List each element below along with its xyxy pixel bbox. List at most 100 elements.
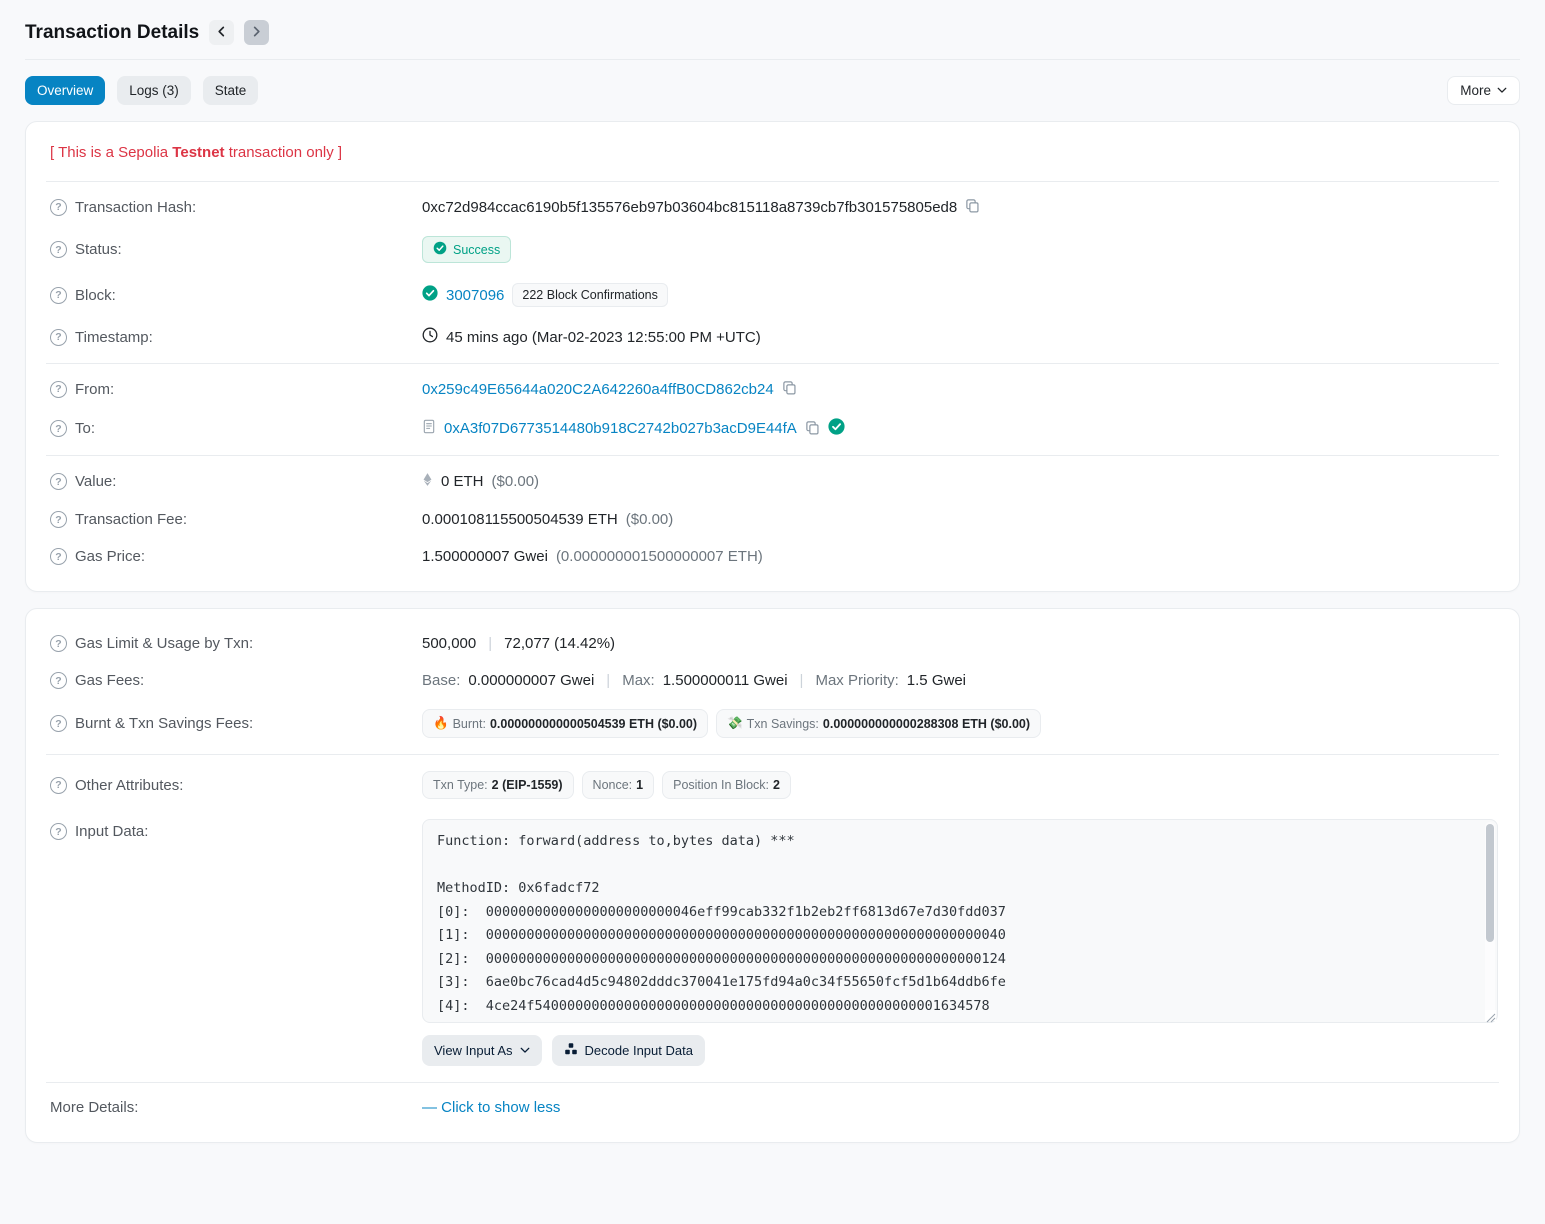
row-value: ?Value: 0 ETH ($0.00)	[46, 462, 1499, 501]
input-data-actions: View Input As Decode Input Data	[422, 1035, 1498, 1066]
tab-logs[interactable]: Logs (3)	[117, 76, 191, 105]
help-icon[interactable]: ?	[50, 672, 67, 689]
copy-icon	[782, 380, 797, 398]
timestamp-value: 45 mins ago (Mar-02-2023 12:55:00 PM +UT…	[446, 329, 761, 346]
status-badge: Success	[422, 236, 511, 263]
help-icon[interactable]: ?	[50, 420, 67, 437]
page-title: Transaction Details	[25, 22, 199, 44]
tab-state[interactable]: State	[203, 76, 259, 105]
input-data-box: Function: forward(address to,bytes data)…	[422, 819, 1498, 1023]
block-finalized-icon	[422, 285, 438, 305]
gas-usage-value: 72,077 (14.42%)	[504, 635, 615, 652]
block-label: Block:	[75, 287, 116, 304]
clock-icon	[422, 327, 438, 347]
txn-savings-badge-value: 0.000000000000288308 ETH ($0.00)	[823, 717, 1030, 731]
more-dropdown-button[interactable]: More	[1447, 76, 1520, 105]
testnet-warning-suffix: transaction only ]	[225, 144, 343, 161]
gas-fees-max-label: Max:	[622, 672, 655, 689]
gas-price-label: Gas Price:	[75, 548, 145, 565]
chevron-down-icon	[520, 1043, 530, 1058]
row-transaction-hash: ?Transaction Hash: 0xc72d984ccac6190b5f1…	[46, 188, 1499, 226]
divider	[46, 1082, 1499, 1083]
position-in-block-badge-value: 2	[773, 778, 780, 792]
separator: |	[602, 672, 614, 689]
help-icon[interactable]: ?	[50, 823, 67, 840]
help-icon[interactable]: ?	[50, 511, 67, 528]
copy-to-address-button[interactable]	[805, 420, 820, 438]
value-label: Value:	[75, 473, 116, 490]
block-number-link[interactable]: 3007096	[446, 287, 504, 304]
value-usd: ($0.00)	[492, 473, 540, 490]
next-transaction-button[interactable]	[244, 20, 269, 45]
to-address-link[interactable]: 0xA3f07D6773514480b918C2742b027b3acD9E44…	[444, 420, 797, 437]
help-icon[interactable]: ?	[50, 381, 67, 398]
position-in-block-badge: Position In Block: 2	[662, 771, 791, 799]
chevron-left-icon	[216, 25, 227, 40]
overview-card-primary: [ This is a Sepolia Testnet transaction …	[25, 121, 1520, 592]
chevron-down-icon	[1497, 83, 1507, 98]
txn-savings-badge: 💸 Txn Savings: 0.000000000000288308 ETH …	[716, 709, 1041, 738]
burnt-savings-label: Burnt & Txn Savings Fees:	[75, 715, 253, 732]
transaction-fee-label: Transaction Fee:	[75, 511, 187, 528]
check-circle-icon	[433, 241, 447, 258]
row-status: ? Status: Success	[46, 226, 1499, 273]
help-icon[interactable]: ?	[50, 241, 67, 258]
txn-type-badge-label: Txn Type:	[433, 778, 488, 792]
help-icon[interactable]: ?	[50, 473, 67, 490]
input-data-scrollbar-track[interactable]	[1485, 822, 1495, 1020]
row-gas-limit-usage: ? Gas Limit & Usage by Txn: 500,000 | 72,…	[46, 625, 1499, 662]
verified-contract-check-icon	[828, 418, 845, 439]
nonce-badge-value: 1	[636, 778, 643, 792]
row-transaction-fee: ? Transaction Fee: 0.000108115500504539 E…	[46, 501, 1499, 538]
decode-input-data-label: Decode Input Data	[585, 1043, 693, 1058]
from-address-link[interactable]: 0x259c49E65644a020C2A642260a4ffB0CD862cb…	[422, 381, 774, 398]
previous-transaction-button[interactable]	[209, 20, 234, 45]
help-icon[interactable]: ?	[50, 329, 67, 346]
help-icon[interactable]: ?	[50, 715, 67, 732]
gas-limit-value: 500,000	[422, 635, 476, 652]
status-label: Status:	[75, 241, 122, 258]
help-icon[interactable]: ?	[50, 199, 67, 216]
fire-icon: 🔥	[433, 716, 449, 731]
help-icon[interactable]: ?	[50, 777, 67, 794]
row-to: ? To: 0xA3f07D6773514480b918C2742b027b3ac…	[46, 408, 1499, 449]
click-to-show-less-link[interactable]: — Click to show less	[422, 1099, 560, 1116]
help-icon[interactable]: ?	[50, 635, 67, 652]
decode-input-data-button[interactable]: Decode Input Data	[552, 1035, 705, 1066]
tab-bar: Overview Logs (3) State More	[25, 76, 1520, 105]
gas-fees-priority-value: 1.5 Gwei	[907, 672, 966, 689]
row-gas-price: ?Gas Price: 1.500000007 Gwei (0.00000000…	[46, 538, 1499, 575]
resize-grip-icon[interactable]	[1485, 1010, 1496, 1021]
status-badge-label: Success	[453, 243, 500, 257]
transaction-fee-amount: 0.000108115500504539 ETH	[422, 511, 618, 528]
copy-transaction-hash-button[interactable]	[965, 198, 980, 216]
contract-file-icon	[422, 419, 436, 438]
transaction-hash-label: Transaction Hash:	[75, 199, 196, 216]
separator: |	[484, 635, 496, 652]
gas-price-amount: 1.500000007 Gwei	[422, 548, 548, 565]
input-data-content[interactable]: Function: forward(address to,bytes data)…	[422, 819, 1498, 1023]
page-header: Transaction Details	[25, 0, 1520, 60]
input-data-label: Input Data:	[75, 823, 148, 840]
burnt-badge: 🔥 Burnt: 0.000000000000504539 ETH ($0.00…	[422, 709, 708, 738]
input-data-scrollbar-thumb[interactable]	[1486, 824, 1494, 942]
gas-fees-label: Gas Fees:	[75, 672, 144, 689]
timestamp-label: Timestamp:	[75, 329, 153, 346]
divider	[46, 754, 1499, 755]
help-icon[interactable]: ?	[50, 287, 67, 304]
gas-fees-base-label: Base:	[422, 672, 460, 689]
row-more-details: More Details: — Click to show less	[46, 1089, 1499, 1126]
gas-limit-label: Gas Limit & Usage by Txn:	[75, 635, 253, 652]
help-icon[interactable]: ?	[50, 548, 67, 565]
tab-overview[interactable]: Overview	[25, 76, 105, 105]
testnet-warning-prefix: [ This is a Sepolia	[50, 144, 172, 161]
more-details-label: More Details:	[50, 1099, 138, 1116]
copy-from-address-button[interactable]	[782, 380, 797, 398]
overview-card-secondary: ? Gas Limit & Usage by Txn: 500,000 | 72,…	[25, 608, 1520, 1143]
view-input-as-button[interactable]: View Input As	[422, 1035, 542, 1066]
to-label: To:	[75, 420, 95, 437]
gas-fees-base-value: 0.000000007 Gwei	[468, 672, 594, 689]
gas-fees-max-value: 1.500000011 Gwei	[663, 672, 788, 689]
more-dropdown-label: More	[1460, 83, 1491, 98]
transaction-details-page: Transaction Details Overview Logs (3) St…	[0, 0, 1545, 1143]
